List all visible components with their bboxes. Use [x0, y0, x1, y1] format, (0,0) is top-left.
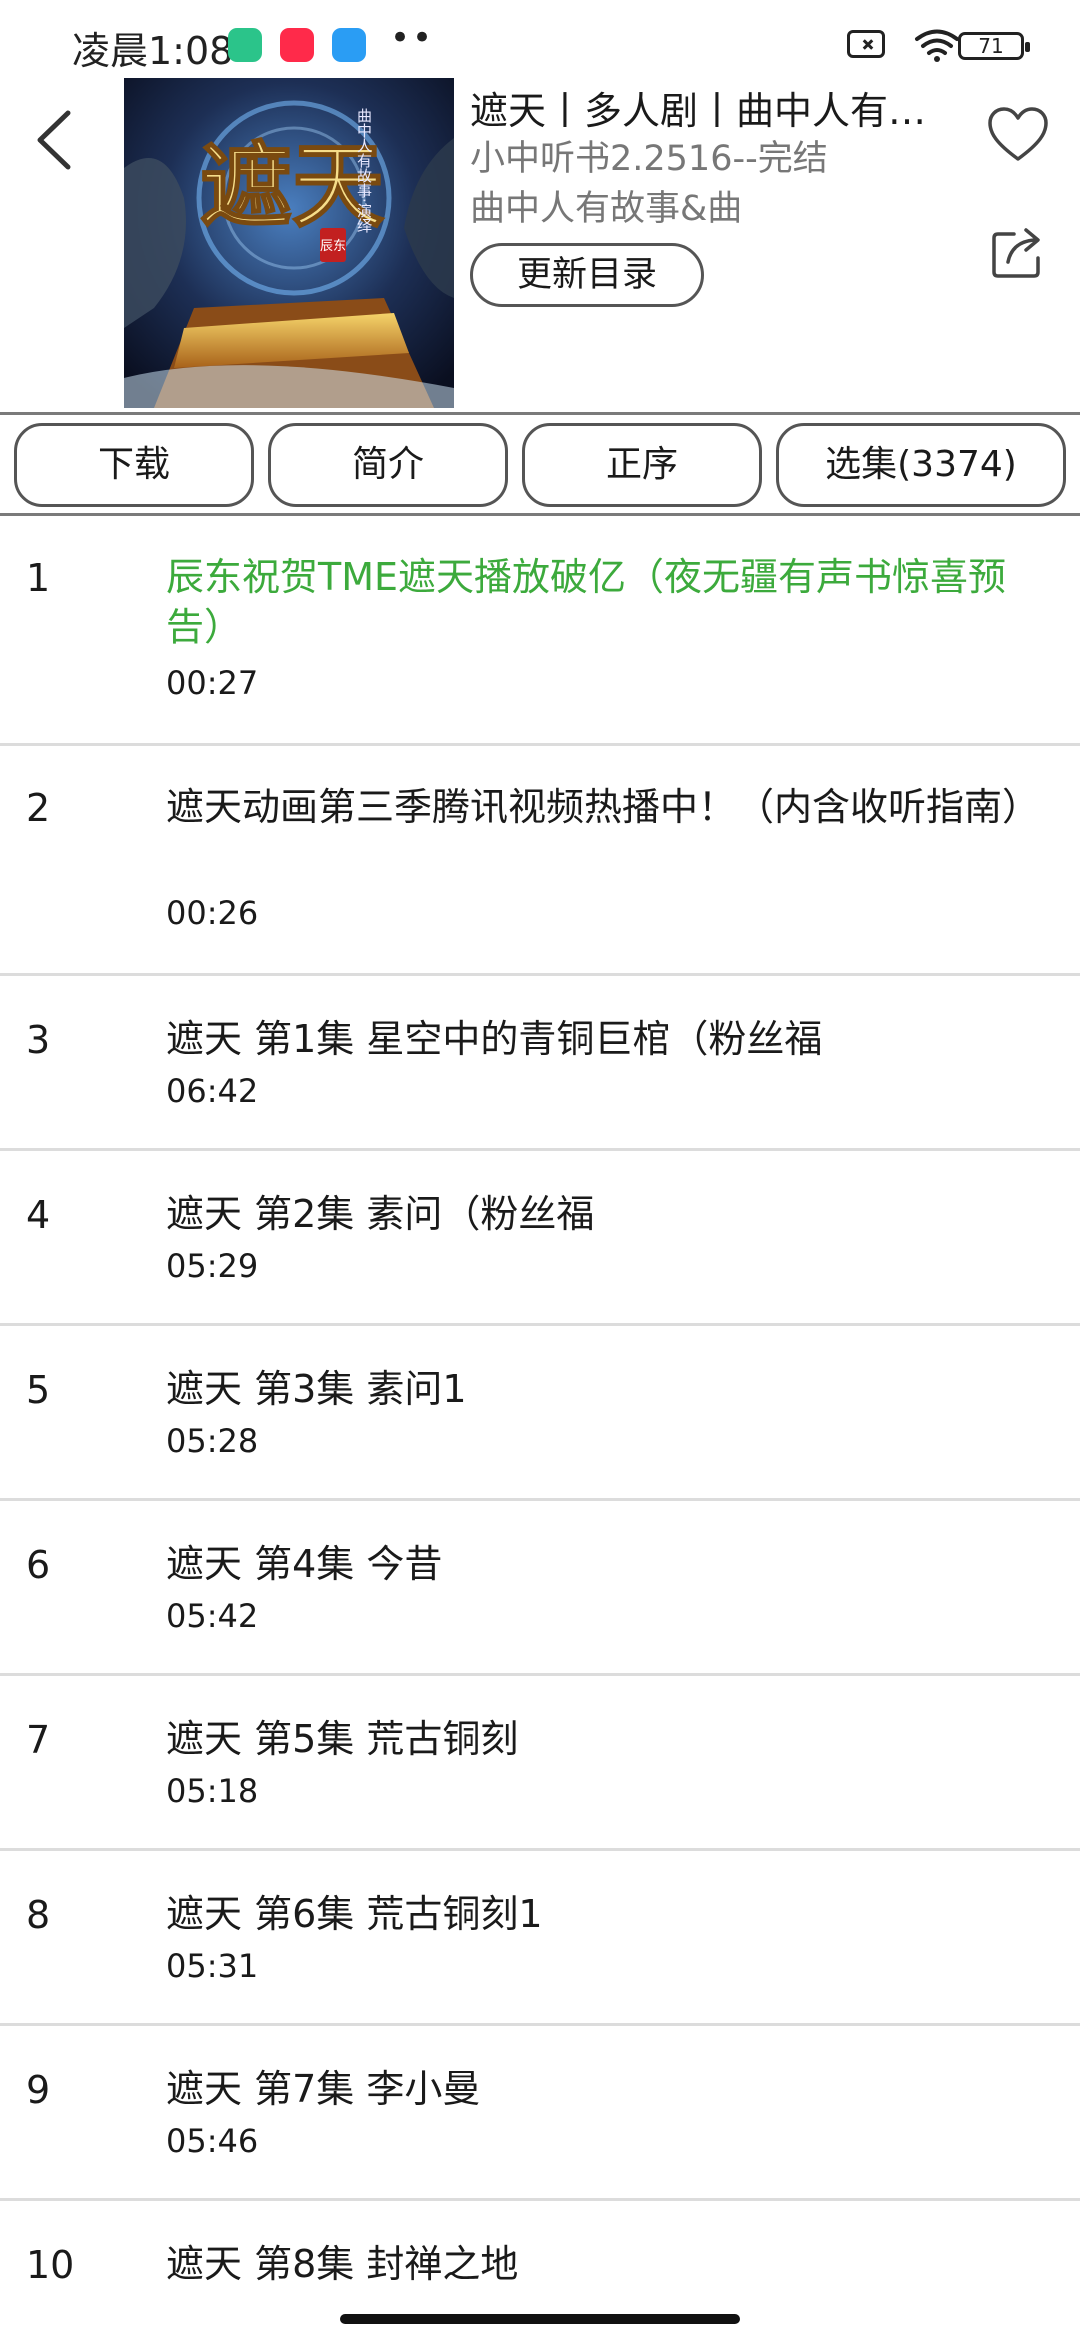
episode-row[interactable]: 5 遮天 第3集 素问1 05:28 — [0, 1326, 1080, 1501]
episode-duration: 05:31 — [166, 1947, 259, 1985]
episode-number: 6 — [26, 1543, 51, 1587]
episode-number: 9 — [26, 2068, 51, 2112]
cover-seal-text: 辰东 — [320, 239, 346, 254]
cover-side-text: 曲中人有故事·演绎 — [355, 108, 373, 233]
sim-no-signal-icon — [847, 30, 885, 58]
episode-number: 7 — [26, 1718, 51, 1762]
episode-row[interactable]: 1 辰东祝贺TME遮天播放破亿（夜无疆有声书惊喜预告） 00:27 — [0, 516, 1080, 746]
episode-title: 遮天 第3集 素问1 — [166, 1367, 467, 1411]
status-time: 凌晨1:08 — [72, 29, 234, 73]
episode-number: 5 — [26, 1368, 51, 1412]
episode-number: 10 — [26, 2243, 75, 2287]
episode-row[interactable]: 2 遮天动画第三季腾讯视频热播中！（内含收听指南） 00:26 — [0, 746, 1080, 976]
home-indicator[interactable] — [340, 2314, 740, 2324]
episode-number: 4 — [26, 1193, 51, 1237]
xiaohongshu-icon — [280, 28, 314, 62]
episode-row[interactable]: 3 遮天 第1集 星空中的青铜巨棺（粉丝福 06:42 — [0, 976, 1080, 1151]
more-notifications-icon: •• — [390, 18, 435, 58]
intro-button[interactable]: 简介 — [268, 423, 508, 507]
episode-title: 遮天 第6集 荒古铜刻1 — [166, 1892, 543, 1936]
back-button[interactable] — [30, 105, 80, 175]
header-divider — [0, 412, 1080, 415]
book-title: 遮天丨多人剧丨曲中人有… — [470, 89, 927, 133]
sort-order-button[interactable]: 正序 — [522, 423, 762, 507]
episode-row[interactable]: 9 遮天 第7集 李小曼 05:46 — [0, 2026, 1080, 2201]
episode-row[interactable]: 8 遮天 第6集 荒古铜刻1 05:31 — [0, 1851, 1080, 2026]
episode-number: 3 — [26, 1018, 51, 1062]
share-icon[interactable] — [990, 224, 1046, 280]
episode-number: 2 — [26, 786, 51, 830]
episode-row[interactable]: 6 遮天 第4集 今昔 05:42 — [0, 1501, 1080, 1676]
cover-art: 遮天 辰东 曲中人有故事·演绎 — [124, 78, 454, 408]
episode-number: 8 — [26, 1893, 51, 1937]
episode-duration: 05:18 — [166, 1772, 259, 1810]
episode-duration: 05:46 — [166, 2122, 259, 2160]
status-bar: 凌晨1:08 •• 71 — [0, 0, 1080, 80]
episode-row[interactable]: 7 遮天 第5集 荒古铜刻 05:18 — [0, 1676, 1080, 1851]
book-author: 小中听书2.2516--完结 — [470, 139, 828, 179]
favorite-heart-icon[interactable] — [986, 105, 1050, 165]
update-catalog-button[interactable]: 更新目录 — [470, 243, 704, 307]
episode-number: 1 — [26, 556, 51, 600]
episode-title: 遮天 第7集 李小曼 — [166, 2067, 481, 2111]
episode-title: 遮天动画第三季腾讯视频热播中！（内含收听指南） — [166, 785, 1041, 829]
episode-row[interactable]: 10 遮天 第8集 封禅之地 — [0, 2201, 1080, 2331]
episode-title: 遮天 第1集 星空中的青铜巨棺（粉丝福 — [166, 1017, 823, 1061]
episode-duration: 05:42 — [166, 1597, 259, 1635]
episode-row[interactable]: 4 遮天 第2集 素问（粉丝福 05:29 — [0, 1151, 1080, 1326]
album-cover[interactable]: 遮天 辰东 曲中人有故事·演绎 — [124, 78, 454, 408]
episode-duration: 00:27 — [166, 664, 259, 702]
episode-title: 遮天 第2集 素问（粉丝福 — [166, 1192, 595, 1236]
episode-title: 遮天 第4集 今昔 — [166, 1542, 443, 1586]
app-green-icon — [228, 28, 262, 62]
episode-duration: 05:29 — [166, 1247, 259, 1285]
select-episodes-button[interactable]: 选集(3374) — [776, 423, 1066, 507]
action-tabs: 下载 简介 正序 选集(3374) — [0, 423, 1080, 509]
episode-title: 辰东祝贺TME遮天播放破亿（夜无疆有声书惊喜预告） — [166, 555, 1007, 649]
book-anchor: 曲中人有故事&曲 — [470, 189, 743, 229]
wifi-icon — [915, 29, 959, 62]
battery-icon: 71 — [958, 32, 1030, 60]
episode-duration: 00:26 — [166, 894, 259, 932]
episode-duration: 05:28 — [166, 1422, 259, 1460]
episode-title: 遮天 第5集 荒古铜刻 — [166, 1717, 519, 1761]
episode-list: 1 辰东祝贺TME遮天播放破亿（夜无疆有声书惊喜预告） 00:27 2 遮天动画… — [0, 516, 1080, 2331]
app-blue-icon — [332, 28, 366, 62]
download-button[interactable]: 下载 — [14, 423, 254, 507]
episode-title: 遮天 第8集 封禅之地 — [166, 2242, 519, 2286]
episode-duration: 06:42 — [166, 1072, 259, 1110]
